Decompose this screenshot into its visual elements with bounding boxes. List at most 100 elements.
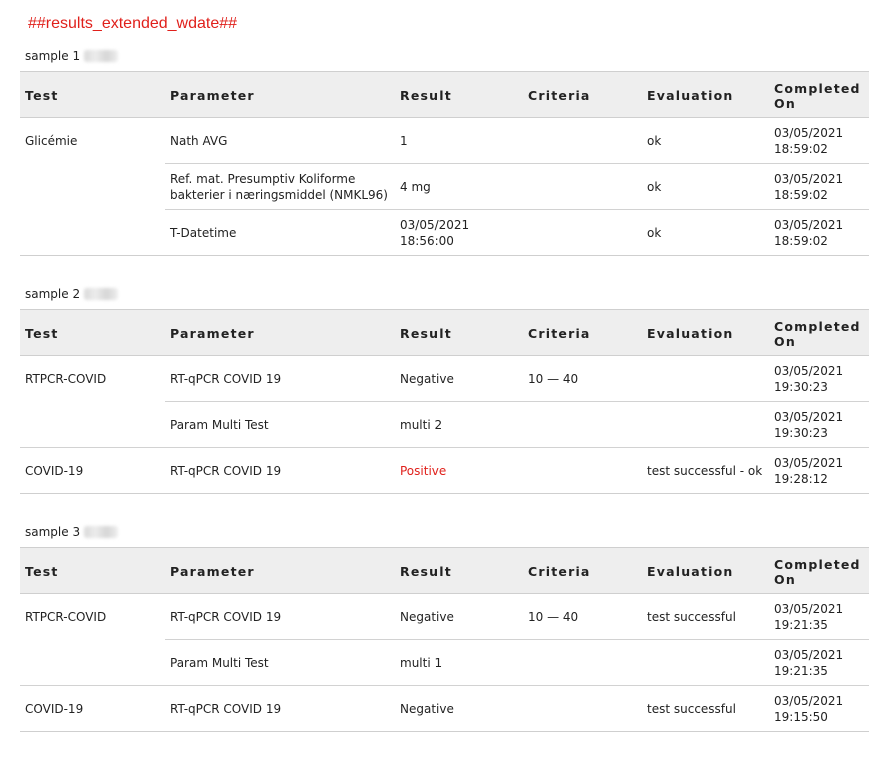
completed-time: 19:21:35 [774,663,828,678]
cell-result: 4 mg [395,163,523,210]
results-table: Test Parameter Result Criteria Evaluatio… [20,547,869,732]
cell-result: multi 2 [395,401,523,448]
completed-time: 19:21:35 [774,617,828,632]
header-result: Result [400,564,452,579]
results-table: Test Parameter Result Criteria Evaluatio… [20,309,869,494]
cell-evaluation [642,355,769,402]
header-completed-on: Completed On [774,556,861,587]
cell-result-positive: Positive [395,447,523,494]
cell-completed-on: 03/05/2021 19:21:35 [769,639,869,686]
header-criteria: Criteria [528,88,591,103]
results-report: ##results_extended_wdate## sample 1 Test… [20,14,869,732]
table-row: Ref. mat. Presumptiv Koliforme bakterier… [20,163,869,210]
report-title: ##results_extended_wdate## [28,15,238,32]
cell-evaluation: ok [642,209,769,256]
completed-date: 03/05/2021 [774,601,844,616]
cell-completed-on: 03/05/2021 19:30:23 [769,355,869,402]
cell-completed-on: 03/05/2021 18:59:02 [769,163,869,210]
sample-block-3: sample 3 Test Parameter Result Criteria … [20,524,869,732]
cell-result: Negative [395,685,523,732]
header-criteria: Criteria [528,564,591,579]
cell-result: Negative [395,355,523,402]
cell-parameter: Param Multi Test [165,401,395,448]
cell-result: 03/05/2021 18:56:00 [395,209,523,256]
cell-test: COVID-19 [20,685,165,732]
header-parameter: Parameter [170,326,255,341]
header-completed-on: Completed On [774,318,861,349]
cell-test [20,209,165,256]
header-result: Result [400,326,452,341]
sample-label: sample 1 [25,48,869,64]
cell-test: RTPCR-COVID [25,371,107,386]
redacted-sample-id [84,50,119,62]
header-completed-on: Completed On [774,80,861,111]
header-test: Test [25,564,59,579]
cell-parameter: T-Datetime [165,209,395,256]
header-test: Test [25,326,59,341]
sample-label: sample 3 [25,524,869,540]
table-header-row: Test Parameter Result Criteria Evaluatio… [20,547,869,594]
header-result: Result [400,88,452,103]
cell-parameter: RT-qPCR COVID 19 [165,355,395,402]
completed-date: 03/05/2021 [774,217,844,232]
cell-completed-on: 03/05/2021 19:21:35 [769,593,869,640]
cell-criteria [523,401,642,448]
cell-parameter: Nath AVG [165,117,395,164]
cell-parameter: RT-qPCR COVID 19 [165,593,395,640]
table-row: Glicémie Nath AVG 1 ok 03/05/2021 18:59:0… [20,117,869,164]
sample-name: sample 2 [25,287,81,301]
completed-date: 03/05/2021 [774,693,844,708]
table-header-row: Test Parameter Result Criteria Evaluatio… [20,71,869,118]
cell-result: multi 1 [395,639,523,686]
cell-result: 1 [395,117,523,164]
header-criteria: Criteria [528,326,591,341]
table-row: COVID-19 RT-qPCR COVID 19 Positive test … [20,447,869,494]
completed-date: 03/05/2021 [774,171,844,186]
header-parameter: Parameter [170,564,255,579]
header-parameter: Parameter [170,88,255,103]
table-row: RTPCR-COVID RT-qPCR COVID 19 Negative 10… [20,355,869,402]
table-row: COVID-19 RT-qPCR COVID 19 Negative test … [20,685,869,732]
cell-evaluation: ok [642,117,769,164]
cell-criteria [523,117,642,164]
cell-test: Glicémie [25,133,78,148]
completed-time: 18:59:02 [774,233,828,248]
table-row: RTPCR-COVID RT-qPCR COVID 19 Negative 10… [20,593,869,640]
completed-time: 19:28:12 [774,471,828,486]
redacted-sample-id [84,526,119,538]
completed-date: 03/05/2021 [774,363,844,378]
cell-evaluation [642,401,769,448]
header-evaluation: Evaluation [647,88,734,103]
cell-parameter: Param Multi Test [165,639,395,686]
sample-block-2: sample 2 Test Parameter Result Criteria … [20,286,869,494]
cell-criteria [523,639,642,686]
cell-parameter: Ref. mat. Presumptiv Koliforme bakterier… [165,163,395,210]
completed-time: 18:59:02 [774,187,828,202]
header-test: Test [25,88,59,103]
table-header-row: Test Parameter Result Criteria Evaluatio… [20,309,869,356]
cell-test [20,401,165,448]
completed-time: 18:59:02 [774,141,828,156]
sample-name: sample 1 [25,49,81,63]
cell-parameter: RT-qPCR COVID 19 [165,447,395,494]
header-evaluation: Evaluation [647,564,734,579]
cell-criteria [523,163,642,210]
sample-name: sample 3 [25,525,81,539]
cell-criteria [523,685,642,732]
cell-evaluation: ok [642,163,769,210]
completed-date: 03/05/2021 [774,647,844,662]
completed-date: 03/05/2021 [774,125,844,140]
completed-time: 19:30:23 [774,425,828,440]
cell-criteria: 10 — 40 [523,355,642,402]
cell-criteria [523,209,642,256]
cell-test: RTPCR-COVID [25,609,107,624]
completed-time: 19:30:23 [774,379,828,394]
redacted-sample-id [84,288,119,300]
sample-block-1: sample 1 Test Parameter Result Criteria … [20,48,869,256]
cell-test [20,639,165,686]
cell-parameter: RT-qPCR COVID 19 [165,685,395,732]
table-row: Param Multi Test multi 1 03/05/2021 19:21… [20,639,869,686]
completed-date: 03/05/2021 [774,455,844,470]
